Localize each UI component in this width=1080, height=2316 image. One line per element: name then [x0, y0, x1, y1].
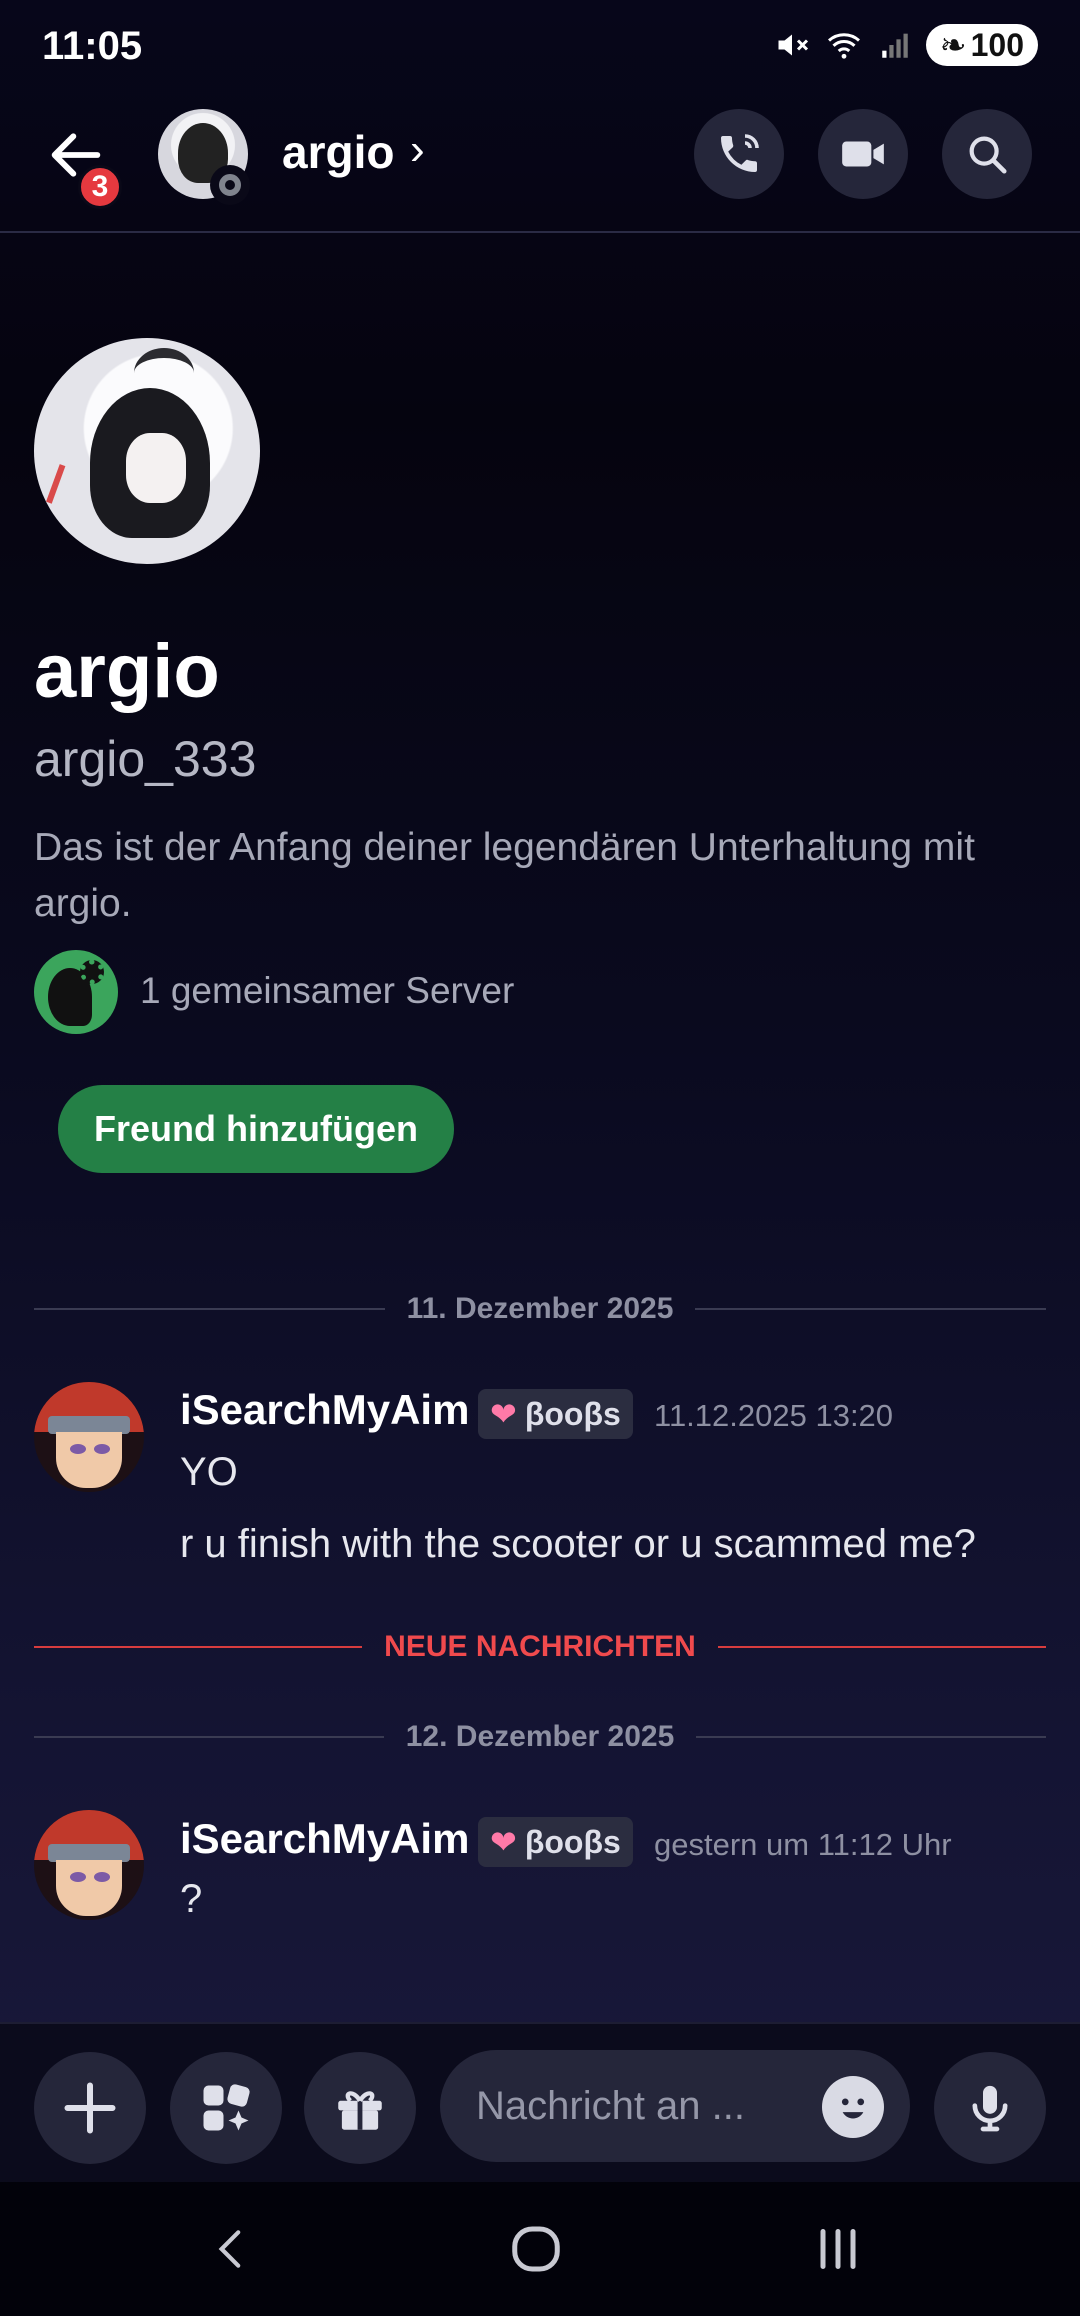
server-tag-label: βooβs: [524, 1823, 621, 1860]
header-username[interactable]: argio: [282, 125, 394, 179]
message-input-container[interactable]: [440, 2050, 910, 2162]
message-timestamp: gestern um 11:12 Uhr: [654, 1827, 952, 1862]
message-avatar[interactable]: [34, 1810, 144, 1920]
system-navigation-bar: [0, 2182, 1080, 2316]
emoji-icon[interactable]: [822, 2076, 884, 2138]
apps-button[interactable]: [170, 2052, 282, 2164]
search-icon: [969, 136, 1007, 174]
date-divider-label: 12. Dezember 2025: [405, 1720, 675, 1753]
nav-back-button[interactable]: [172, 2204, 292, 2294]
message-text: r u finish with the scooter or u scammed…: [180, 1522, 976, 1566]
nav-back-icon: [218, 2230, 241, 2268]
profile-avatar[interactable]: [34, 338, 260, 564]
message-text: ?: [180, 1877, 203, 1921]
conversation-intro-text: Das ist der Anfang deiner legendären Unt…: [34, 826, 975, 925]
message-timestamp: 11.12.2025 13:20: [654, 1398, 894, 1433]
video-call-button[interactable]: [818, 109, 908, 199]
nav-recents-icon: [820, 2229, 856, 2269]
message-avatar[interactable]: [34, 1382, 144, 1492]
chat-header: 3 argio ›: [0, 95, 1080, 233]
signal-icon: [882, 33, 908, 58]
message-author[interactable]: iSearchMyAim: [180, 1386, 469, 1434]
status-time: 11:05: [42, 24, 143, 68]
mute-icon: [778, 34, 808, 56]
chevron-right-icon[interactable]: ›: [410, 125, 425, 175]
add-friend-button[interactable]: Freund hinzufügen: [58, 1085, 454, 1173]
voice-message-button[interactable]: [934, 2052, 1046, 2164]
mutual-server-icon[interactable]: [34, 950, 118, 1034]
status-icons: ❧ 100: [774, 24, 1038, 66]
plus-icon: [64, 2082, 116, 2134]
wifi-icon: [827, 33, 860, 59]
heart-icon: ❤: [490, 1396, 517, 1432]
heart-icon: ❤: [490, 1824, 517, 1860]
server-tag-label: βooβs: [524, 1395, 621, 1432]
microphone-icon: [972, 2085, 1008, 2132]
apps-icon: [203, 2084, 250, 2131]
server-tag-badge[interactable]: ❤ βooβs: [478, 1817, 633, 1867]
status-bar: 11:05 ❧ 100: [0, 0, 1080, 95]
search-button[interactable]: [942, 109, 1032, 199]
nav-home-icon: [512, 2226, 560, 2272]
message-composer: [0, 2022, 1080, 2182]
voice-call-button[interactable]: [694, 109, 784, 199]
nav-recents-button[interactable]: [778, 2204, 898, 2294]
offline-status-icon: [210, 165, 250, 205]
new-messages-divider: NEUE NACHRICHTEN: [34, 1627, 1046, 1667]
profile-username: argio_333: [34, 731, 257, 787]
server-tag-badge[interactable]: ❤ βooβs: [478, 1389, 633, 1439]
mutual-servers-link[interactable]: 1 gemeinsamer Server: [140, 970, 514, 1012]
attach-button[interactable]: [34, 2052, 146, 2164]
gift-icon: [338, 2091, 382, 2130]
battery-level: 100: [970, 26, 1024, 63]
battery-saver-icon: ❧: [939, 27, 967, 63]
gift-button[interactable]: [304, 2052, 416, 2164]
nav-home-button[interactable]: [476, 2204, 596, 2294]
message-input[interactable]: [476, 2076, 796, 2136]
video-camera-icon: [842, 141, 884, 167]
battery-indicator: ❧ 100: [925, 24, 1038, 66]
message-author[interactable]: iSearchMyAim: [180, 1815, 469, 1863]
unread-badge: 3: [78, 165, 122, 209]
phone-icon: [721, 134, 759, 172]
date-divider-label: 11. Dezember 2025: [406, 1292, 674, 1325]
profile-display-name: argio: [34, 629, 220, 714]
date-divider: 12. Dezember 2025: [34, 1717, 1047, 1757]
message-text: YO: [180, 1450, 238, 1494]
date-divider: 11. Dezember 2025: [34, 1289, 1047, 1329]
new-messages-label: NEUE NACHRICHTEN: [384, 1630, 696, 1663]
